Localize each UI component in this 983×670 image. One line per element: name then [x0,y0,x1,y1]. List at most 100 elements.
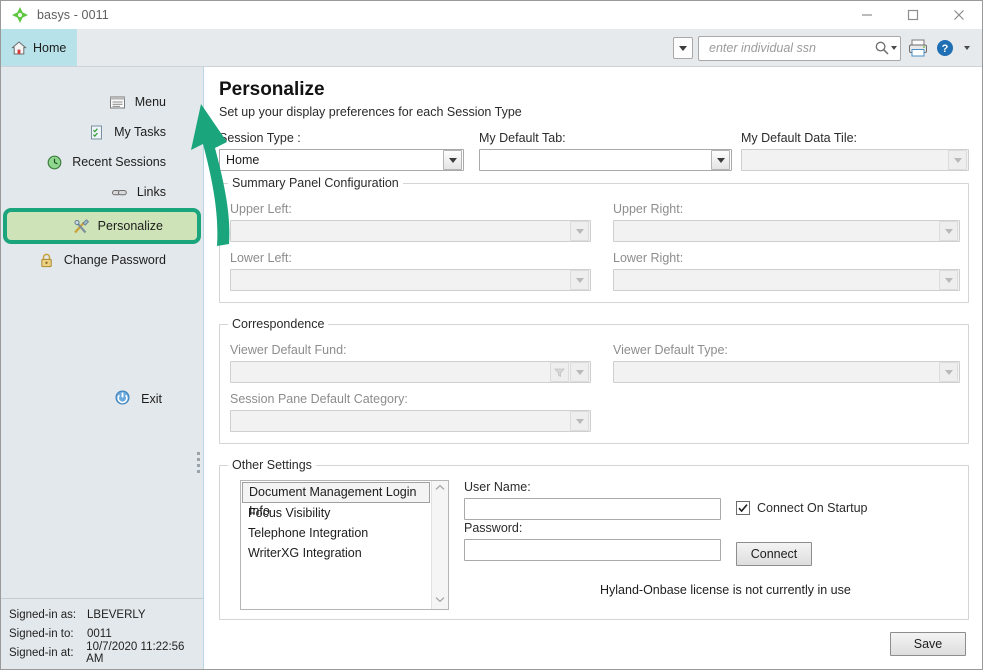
chevron-down-icon[interactable] [570,411,589,431]
viewer-default-type-dropdown[interactable] [613,361,960,383]
sidebar-item-recent-sessions[interactable]: Recent Sessions [1,147,204,177]
main-content: Personalize Set up your display preferen… [205,67,982,669]
chevron-down-icon[interactable] [939,221,958,241]
page-title: Personalize [219,79,325,100]
user-name-input[interactable] [465,499,720,519]
tab-home[interactable]: Home [1,29,77,66]
help-dropdown-chevron-down-icon[interactable] [960,46,974,50]
padlock-icon [38,252,55,269]
close-button[interactable] [936,1,982,29]
list-item[interactable]: Focus Visibility [242,503,430,523]
my-default-tab-label: My Default Tab: [479,131,566,145]
printer-icon[interactable] [906,38,930,58]
window-title: basys - 0011 [37,8,109,22]
summary-panel-configuration-group: Summary Panel Configuration Upper Left: … [219,176,969,303]
application-window: basys - 0011 Home enter individual ssn ?… [0,0,983,670]
session-type-value: Home [226,153,260,167]
my-default-data-tile-label: My Default Data Tile: [741,131,858,145]
sidebar-item-change-password[interactable]: Change Password [1,245,204,275]
lower-right-dropdown[interactable] [613,269,960,291]
sidebar-splitter-handle[interactable] [197,452,200,473]
lower-right-label: Lower Right: [613,251,684,265]
sidebar-item-label: Recent Sessions [72,155,166,169]
other-settings-list-scrollbar[interactable] [431,481,448,609]
funnel-filter-icon[interactable] [550,362,569,382]
chevron-down-icon[interactable] [939,362,958,382]
chevron-down-icon[interactable] [570,221,589,241]
correspondence-title: Correspondence [228,317,329,331]
sidebar-item-menu[interactable]: Menu [1,87,204,117]
other-settings-title: Other Settings [228,458,316,472]
connect-button[interactable]: Connect [736,542,812,566]
sidebar-item-label: Links [136,185,166,199]
upper-left-dropdown[interactable] [230,220,591,242]
sidebar-item-label: My Tasks [114,125,166,139]
search-scope-dropdown[interactable] [673,37,693,59]
other-settings-list-items: Document Management Login Info Focus Vis… [241,481,431,609]
save-button[interactable]: Save [890,632,966,656]
list-item[interactable]: Document Management Login Info [242,482,430,518]
sidebar-item-label: Change Password [63,253,166,267]
lower-left-label: Lower Left: [230,251,292,265]
session-type-dropdown[interactable]: Home [219,149,464,171]
signed-in-as-value: LBEVERLY [87,608,146,621]
lower-left-dropdown[interactable] [230,269,591,291]
chevron-down-icon[interactable] [939,270,958,290]
my-default-data-tile-field: My Default Data Tile: [741,131,969,171]
list-item[interactable]: Telephone Integration [242,523,430,543]
password-input[interactable] [465,540,720,560]
user-name-label: User Name: [464,480,531,494]
search-box[interactable] [698,35,901,61]
upper-right-dropdown[interactable] [613,220,960,242]
link-chain-icon [111,184,128,201]
menu-list-icon [109,94,126,111]
maximize-button[interactable] [890,1,936,29]
lower-right-field: Lower Right: [613,251,960,291]
minimize-button[interactable] [844,1,890,29]
upper-left-label: Upper Left: [230,202,292,216]
chevron-up-icon[interactable] [435,484,445,494]
upper-left-field: Upper Left: [230,202,591,242]
sidebar-item-personalize[interactable]: Personalize [3,208,201,244]
session-type-field: Session Type : Home [219,131,464,171]
session-pane-default-category-field: Session Pane Default Category: [230,392,591,432]
my-default-tab-dropdown[interactable] [479,149,732,171]
sidebar-item-my-tasks[interactable]: My Tasks [1,117,204,147]
viewer-default-type-label: Viewer Default Type: [613,343,728,357]
connect-on-startup-label: Connect On Startup [757,501,868,515]
chevron-down-icon[interactable] [570,362,589,382]
summary-panel-title: Summary Panel Configuration [228,176,403,190]
chevron-down-icon[interactable] [948,150,967,170]
chevron-down-icon[interactable] [443,150,462,170]
search-options-chevron-down-icon[interactable] [890,46,898,50]
signed-in-at-label: Signed-in at: [9,646,74,659]
user-name-input-wrap[interactable] [464,498,721,520]
session-type-label: Session Type : [219,131,301,145]
magnifier-icon[interactable] [874,40,890,56]
chevron-down-icon[interactable] [570,270,589,290]
upper-right-field: Upper Right: [613,202,960,242]
tasks-checklist-icon [88,124,105,141]
exit-button[interactable]: Exit [1,389,204,409]
tab-strip: Home enter individual ssn ? [1,29,982,67]
page-subtitle: Set up your display preferences for each… [219,105,522,119]
help-circle-icon[interactable]: ? [935,39,955,57]
list-item[interactable]: WriterXG Integration [242,543,430,563]
search-input[interactable] [707,40,874,56]
sidebar-nav: Menu My Tasks Recent Sessions Links Pers… [1,87,204,275]
viewer-default-fund-label: Viewer Default Fund: [230,343,347,357]
sidebar-item-links[interactable]: Links [1,177,204,207]
session-pane-default-category-dropdown[interactable] [230,410,591,432]
other-settings-group: Other Settings Document Management Login… [219,458,969,620]
chevron-down-icon[interactable] [435,596,445,606]
sidebar-item-label: Menu [134,95,166,109]
clock-history-icon [46,154,63,171]
home-icon [11,40,27,56]
my-default-data-tile-dropdown[interactable] [741,149,969,171]
other-settings-list[interactable]: Document Management Login Info Focus Vis… [240,480,449,610]
viewer-default-fund-dropdown[interactable] [230,361,591,383]
password-input-wrap[interactable] [464,539,721,561]
connect-on-startup-checkbox-row[interactable]: Connect On Startup [736,501,867,515]
connect-on-startup-checkbox[interactable] [736,501,750,515]
chevron-down-icon[interactable] [711,150,730,170]
